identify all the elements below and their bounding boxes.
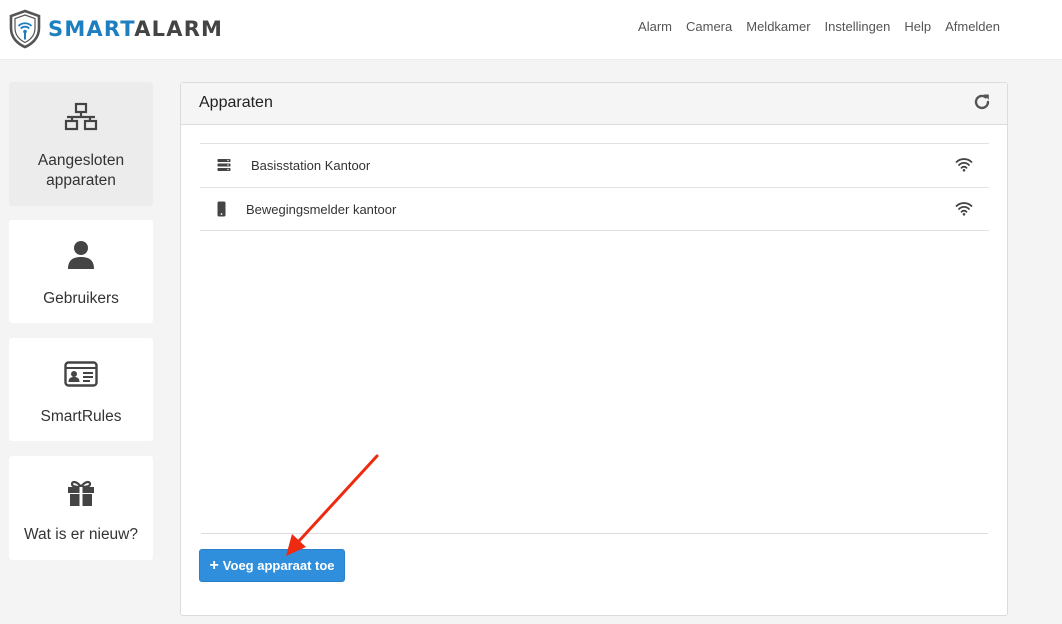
- nav-camera[interactable]: Camera: [686, 19, 732, 34]
- device-row[interactable]: Basisstation Kantoor: [200, 143, 989, 187]
- refresh-icon[interactable]: [973, 93, 991, 116]
- panel-header: Apparaten: [181, 83, 1007, 125]
- user-icon: [9, 240, 153, 270]
- id-card-icon: [9, 361, 153, 387]
- wifi-icon: [955, 156, 973, 177]
- main-nav: Alarm Camera Meldkamer Instellingen Help…: [624, 19, 1000, 34]
- logo[interactable]: SMARTALARM: [8, 8, 223, 50]
- brand-name: SMARTALARM: [48, 17, 224, 41]
- gift-icon: [9, 479, 153, 507]
- nav-afmelden[interactable]: Afmelden: [945, 19, 1000, 34]
- wifi-icon: [955, 200, 973, 221]
- nav-help[interactable]: Help: [904, 19, 931, 34]
- panel-divider: [201, 533, 988, 534]
- shield-logo-icon: [9, 9, 41, 49]
- sidebar-item-smartrules[interactable]: SmartRules: [9, 338, 153, 441]
- panel-title: Apparaten: [199, 94, 273, 111]
- add-device-label: Voeg apparaat toe: [222, 558, 335, 573]
- sidebar-item-label: Aangesloten apparaten: [37, 152, 125, 189]
- sidebar-item-whats-new[interactable]: Wat is er nieuw?: [9, 456, 153, 560]
- device-name: Basisstation Kantoor: [251, 158, 371, 173]
- sidebar-item-devices[interactable]: Aangesloten apparaten: [9, 82, 153, 206]
- network-icon: [9, 102, 153, 132]
- devices-panel: Apparaten Basisstation Kantoor Bewegings…: [180, 82, 1008, 616]
- nav-meldkamer[interactable]: Meldkamer: [746, 19, 810, 34]
- device-row[interactable]: Bewegingsmelder kantoor: [200, 187, 989, 231]
- sidebar-item-users[interactable]: Gebruikers: [9, 220, 153, 323]
- top-bar: SMARTALARM Alarm Camera Meldkamer Instel…: [0, 0, 1062, 60]
- sidebar-item-label: Gebruikers: [43, 290, 119, 307]
- mobile-icon: [217, 201, 226, 222]
- add-device-button[interactable]: + Voeg apparaat toe: [199, 549, 345, 582]
- nav-alarm[interactable]: Alarm: [638, 19, 672, 34]
- sidebar-item-label: SmartRules: [40, 408, 122, 425]
- nav-instellingen[interactable]: Instellingen: [825, 19, 891, 34]
- device-name: Bewegingsmelder kantoor: [246, 202, 397, 217]
- server-icon: [217, 158, 231, 177]
- plus-icon: +: [209, 556, 219, 574]
- sidebar-item-label: Wat is er nieuw?: [24, 526, 138, 543]
